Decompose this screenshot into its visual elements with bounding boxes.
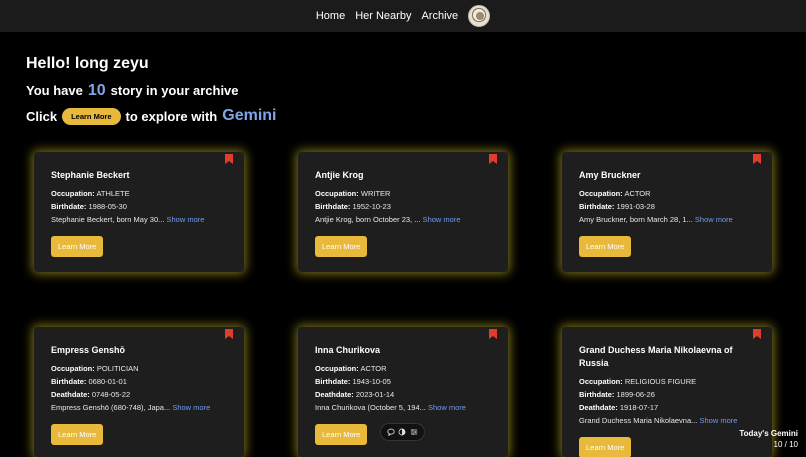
card-name: Empress Genshō [51,345,126,355]
bookmark-icon[interactable] [753,329,761,339]
deathdate-row: Deathdate: 0748-05-22 [51,390,131,399]
hero-learn-more-button[interactable]: Learn More [62,107,121,125]
learn-more-button[interactable]: Learn More [579,236,632,257]
click-mid: to explore with [125,108,218,124]
deathdate-row: Deathdate: 2023-01-14 [315,390,395,399]
show-more-link[interactable]: Show more [695,215,733,224]
birthdate-row: Birthdate: 1899-06-26 [579,390,655,399]
todays-gemini-title: Today's Gemini [739,429,798,438]
nav-archive[interactable]: Archive [421,10,458,22]
story-count: 10 [87,82,106,99]
learn-more-button[interactable]: Learn More [51,424,104,445]
birthdate-row: Birthdate: 1991-03-28 [579,202,655,211]
card-bio: Antjie Krog, born October 23, ... Show m… [315,215,461,224]
todays-gemini-widget[interactable]: Today's Gemini 10 / 10 [739,428,798,450]
learn-more-button[interactable]: Learn More [579,437,632,457]
card-name: Antjie Krog [315,170,364,180]
show-more-link[interactable]: Show more [423,215,461,224]
bookmark-icon[interactable] [225,329,233,339]
story-prefix: You have [26,83,83,98]
bookmark-icon[interactable] [489,329,497,339]
nav-home[interactable]: Home [316,10,345,22]
story-count-line: You have 10 story in your archive [26,82,239,100]
bookmark-icon[interactable] [753,154,761,164]
chat-bubble-icon[interactable] [387,428,395,436]
card-bio: Empress Genshō (680-748), Japa... Show m… [51,403,211,412]
card-bio: Amy Bruckner, born March 28, 1... Show m… [579,215,733,224]
show-more-link[interactable]: Show more [167,215,205,224]
learn-more-button[interactable]: Learn More [51,236,104,257]
toggle-icon[interactable] [398,428,406,436]
birthdate-row: Birthdate: 0680-01-01 [51,377,127,386]
todays-gemini-count: 10 / 10 [773,440,798,449]
occupation-row: Occupation: WRITER [315,189,391,198]
card-name: Inna Churikova [315,345,381,355]
birthdate-row: Birthdate: 1943-10-05 [315,377,391,386]
learn-more-button[interactable]: Learn More [315,424,368,445]
explore-line: Click Learn More to explore with Gemini [26,107,276,125]
occupation-row: Occupation: ACTOR [579,189,651,198]
sliders-icon[interactable] [410,428,418,436]
card-name: Grand Duchess Maria Nikolaevna of Russia [579,345,733,368]
nav-her-nearby[interactable]: Her Nearby [355,10,411,22]
card-name: Amy Bruckner [579,170,641,180]
card-bio: Stephanie Beckert, born May 30... Show m… [51,215,205,224]
greeting-heading: Hello! long zeyu [26,55,149,72]
click-prefix: Click [26,108,58,124]
deathdate-row: Deathdate: 1918-07-17 [579,403,659,412]
occupation-row: Occupation: ACTOR [315,364,387,373]
story-card: Stephanie Beckert Occupation: ATHLETE Bi… [34,152,244,272]
birthdate-row: Birthdate: 1952-10-23 [315,202,391,211]
card-name: Stephanie Beckert [51,170,130,180]
story-card: Antjie Krog Occupation: WRITER Birthdate… [298,152,508,272]
top-navbar: Home Her Nearby Archive [0,0,806,32]
occupation-row: Occupation: RELIGIOUS FIGURE [579,377,697,386]
avatar[interactable] [468,5,491,27]
show-more-link[interactable]: Show more [699,416,737,425]
occupation-row: Occupation: ATHLETE [51,189,130,198]
bookmark-icon[interactable] [489,154,497,164]
floating-toolbar [380,423,425,441]
story-card: Amy Bruckner Occupation: ACTOR Birthdate… [562,152,772,272]
card-bio: Grand Duchess Maria Nikolaevna... Show m… [579,416,738,425]
gemini-link[interactable]: Gemini [222,107,276,125]
occupation-row: Occupation: POLITICIAN [51,364,139,373]
learn-more-button[interactable]: Learn More [315,236,368,257]
show-more-link[interactable]: Show more [428,403,466,412]
birthdate-row: Birthdate: 1988-05-30 [51,202,127,211]
story-card: Empress Genshō Occupation: POLITICIAN Bi… [34,327,244,457]
card-bio: Inna Churikova (October 5, 194... Show m… [315,403,466,412]
show-more-link[interactable]: Show more [172,403,210,412]
story-suffix: story in your archive [110,83,239,98]
bookmark-icon[interactable] [225,154,233,164]
